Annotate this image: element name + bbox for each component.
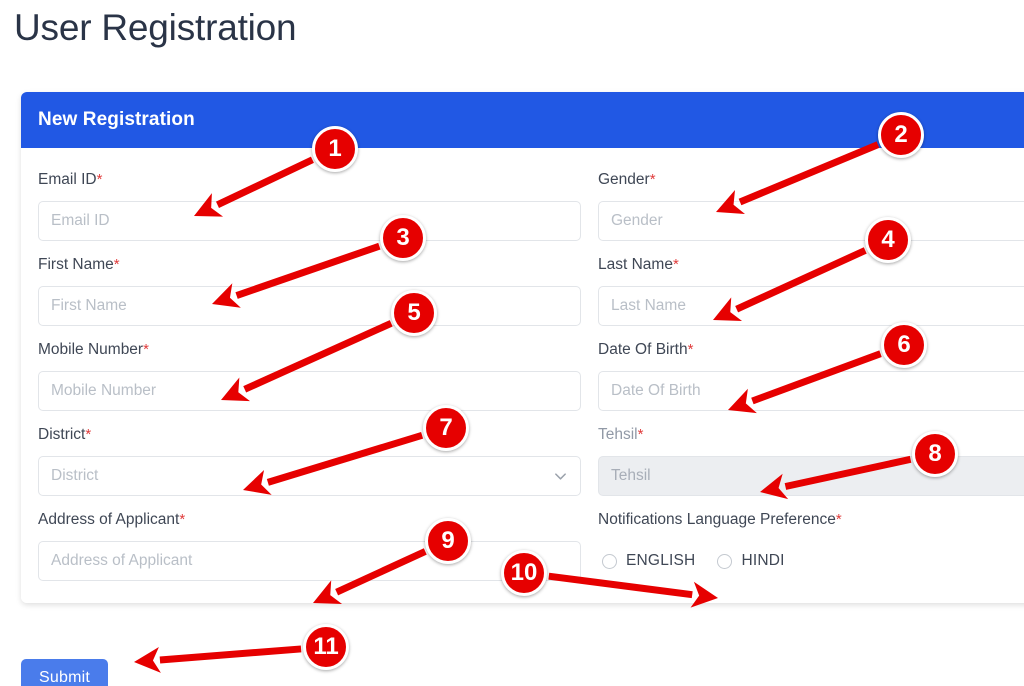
field-label-text: Address of Applicant — [38, 511, 180, 528]
required-asterisk: * — [113, 256, 120, 273]
tehsil-input — [598, 456, 1024, 496]
gender-input[interactable] — [598, 201, 1024, 241]
required-asterisk: * — [649, 171, 656, 188]
radio-option-hindi[interactable]: HINDI — [717, 552, 784, 570]
field-label: Notifications Language Preference* — [598, 508, 1024, 532]
field-first-name: First Name* — [38, 253, 581, 326]
mobile-number-input[interactable] — [38, 371, 581, 411]
page-title: User Registration — [14, 7, 297, 48]
field-address-of-applicant: Address of Applicant* — [38, 508, 581, 581]
district-select-input[interactable] — [38, 456, 581, 496]
last-name-input[interactable] — [598, 286, 1024, 326]
required-asterisk: * — [179, 511, 186, 528]
first-name-input[interactable] — [38, 286, 581, 326]
card-header-title: New Registration — [38, 109, 195, 130]
annotation-arrow-line — [159, 645, 302, 664]
field-label: District* — [38, 423, 581, 447]
field-label: Gender* — [598, 168, 1024, 192]
form-row: Address of Applicant* Notifications Lang… — [38, 508, 1024, 581]
required-asterisk: * — [637, 426, 644, 443]
field-label: Email ID* — [38, 168, 581, 192]
annotation-marker-11: 11 — [303, 624, 349, 670]
required-asterisk: * — [85, 426, 92, 443]
required-asterisk: * — [687, 341, 694, 358]
field-label-text: First Name — [38, 256, 114, 273]
field-label-text: Gender — [598, 171, 650, 188]
registration-card: New Registration Email ID* Gender* Fir — [21, 92, 1024, 603]
field-label: Tehsil* — [598, 423, 1024, 447]
field-email-id: Email ID* — [38, 168, 581, 241]
field-label: First Name* — [38, 253, 581, 277]
radio-label-english: ENGLISH — [626, 552, 696, 569]
form-row: First Name* Last Name* — [38, 253, 1024, 326]
radio-label-hindi: HINDI — [741, 552, 785, 569]
card-body: Email ID* Gender* First Name* L — [21, 148, 1024, 603]
field-date-of-birth: Date Of Birth* — [598, 338, 1024, 411]
field-label-text: Mobile Number — [38, 341, 144, 358]
field-gender: Gender* — [598, 168, 1024, 241]
annotation-arrow-head — [134, 647, 161, 673]
required-asterisk: * — [143, 341, 149, 358]
field-label: Mobile Number* — [38, 338, 581, 362]
address-of-applicant-input[interactable] — [38, 541, 581, 581]
field-label-text: Email ID — [38, 171, 97, 188]
form-row: District* Tehsil* — [38, 423, 1024, 496]
field-label: Address of Applicant* — [38, 508, 581, 532]
radio-circle-icon[interactable] — [602, 553, 617, 569]
submit-button[interactable]: Submit — [21, 659, 108, 686]
field-label-text: Tehsil — [598, 426, 638, 443]
field-district: District* — [38, 423, 581, 496]
card-header: New Registration — [21, 92, 1024, 148]
required-asterisk: * — [672, 256, 679, 273]
date-of-birth-input[interactable] — [598, 371, 1024, 411]
radio-circle-icon[interactable] — [717, 553, 733, 569]
field-mobile-number: Mobile Number* — [38, 338, 581, 411]
field-label-text: Last Name — [598, 256, 673, 273]
field-last-name: Last Name* — [598, 253, 1024, 326]
field-notifications-language-preference: Notifications Language Preference* ENGLI… — [598, 508, 1024, 581]
form-row: Mobile Number* Date Of Birth* — [38, 338, 1024, 411]
field-label: Date Of Birth* — [598, 338, 1024, 362]
form-row: Email ID* Gender* — [38, 168, 1024, 241]
language-radio-group: ENGLISH HINDI — [598, 541, 1024, 581]
radio-option-english[interactable]: ENGLISH — [602, 552, 695, 570]
required-asterisk: * — [835, 511, 842, 528]
field-label-text: Date Of Birth — [598, 341, 688, 358]
district-select-wrapper[interactable] — [38, 456, 581, 496]
field-label: Last Name* — [598, 253, 1024, 277]
field-tehsil: Tehsil* — [598, 423, 1024, 496]
email-id-input[interactable] — [38, 201, 581, 241]
required-asterisk: * — [96, 171, 103, 188]
field-label-text: Notifications Language Preference — [598, 511, 836, 528]
field-label-text: District — [38, 426, 86, 443]
